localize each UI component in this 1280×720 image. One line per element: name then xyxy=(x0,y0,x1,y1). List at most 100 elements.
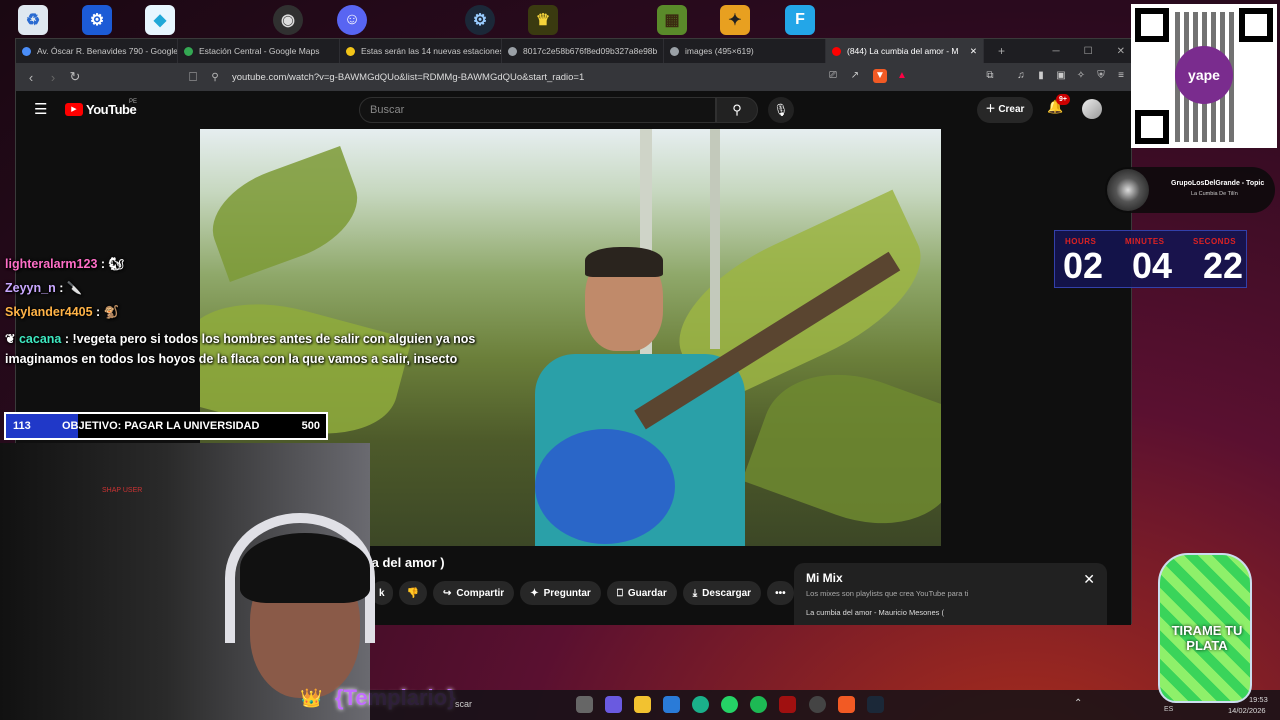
steam-icon[interactable]: ⚙ xyxy=(465,5,495,35)
url-field[interactable]: youtube.com/watch?v=g-BAWMGdQUo&list=RDM… xyxy=(232,72,584,83)
seconds-value: 22 xyxy=(1203,245,1244,286)
foliage xyxy=(742,349,941,546)
steam-taskbar-icon[interactable] xyxy=(867,696,884,713)
close-icon[interactable]: ✕ xyxy=(1083,571,1095,588)
file-explorer-icon[interactable] xyxy=(634,696,651,713)
vpn-icon[interactable]: ⛨ xyxy=(1094,69,1108,83)
yape-logo: yape xyxy=(1175,46,1233,104)
dislike-icon: 👎 xyxy=(406,587,420,599)
forward-icon[interactable]: › xyxy=(42,70,64,85)
youtube-icon xyxy=(832,46,841,56)
app-red-icon[interactable] xyxy=(779,696,796,713)
taskbar-search[interactable]: scar xyxy=(455,699,472,709)
avatar[interactable] xyxy=(1082,99,1102,119)
game-icon[interactable]: ♛ xyxy=(528,5,558,35)
tab-news[interactable]: Estas serán las 14 nuevas estaciones xyxy=(340,39,502,63)
brave-icon[interactable] xyxy=(838,696,855,713)
donation-widget: TIRAME TU PLATA xyxy=(1158,553,1252,703)
bookmark-page-icon[interactable]: ⎕ xyxy=(182,69,204,85)
app-icon[interactable]: ⚙ xyxy=(82,5,112,35)
counter-strike-icon[interactable]: ✦ xyxy=(720,5,750,35)
webcam-feed: SHAP USER 👑 {Templario} xyxy=(0,443,456,720)
minutes-value: 04 xyxy=(1132,245,1173,286)
install-icon[interactable]: ⎚ xyxy=(826,69,840,83)
performer-hair xyxy=(585,247,663,277)
back-icon[interactable]: ‹ xyxy=(20,70,42,85)
sidebar-icon[interactable]: ▮ xyxy=(1034,69,1048,83)
goal-current: 113 xyxy=(13,420,31,432)
emote-icon: 🐒 xyxy=(103,305,120,319)
store-icon[interactable] xyxy=(663,696,680,713)
obs-icon[interactable]: ◉ xyxy=(273,5,303,35)
mix-panel: Mi Mix Los mixes son playlists que crea … xyxy=(794,563,1107,625)
clock-time[interactable]: 19:53 xyxy=(1249,695,1268,704)
search-input[interactable]: Buscar xyxy=(359,97,716,123)
guitar-body xyxy=(535,429,675,544)
tab-images[interactable]: images (495×619) xyxy=(664,39,826,63)
bookmark-icon: ⎕ xyxy=(616,587,623,599)
share-page-icon[interactable]: ↗ xyxy=(848,69,862,83)
dislike-button[interactable]: 👎 xyxy=(398,581,428,605)
desktop: ♻ ⚙ ◆ ◉ ☺ ⚙ ♛ ▦ ✦ F Av. Óscar R. Benavid… xyxy=(0,0,1280,720)
brave-shield-icon[interactable]: ▼ xyxy=(873,69,887,83)
new-tab-icon[interactable]: + xyxy=(998,44,1005,58)
foliage xyxy=(200,146,371,282)
minecraft-icon[interactable]: ▦ xyxy=(657,5,687,35)
obs-taskbar-icon[interactable] xyxy=(809,696,826,713)
reload-icon[interactable]: ↻ xyxy=(64,69,86,85)
ask-button[interactable]: ✦ Preguntar xyxy=(520,581,601,605)
copilot-icon[interactable] xyxy=(605,696,622,713)
search-icon[interactable]: ⚲ xyxy=(716,97,758,123)
download-icon: ⤓ xyxy=(692,587,698,599)
tab-youtube[interactable]: (844) La cumbia del amor - M ✕ xyxy=(826,39,984,63)
share-button[interactable]: ↪ Compartir xyxy=(433,581,515,605)
menu-icon[interactable]: ≡ xyxy=(1114,69,1128,83)
close-icon[interactable]: ✕ xyxy=(1117,46,1125,57)
tab-hash[interactable]: 8017c2e58b676f8ed09b327a8e98b xyxy=(502,39,664,63)
now-playing-artist: GrupoLosDelGrande - Topic xyxy=(1171,180,1265,187)
donation-text: TIRAME TU PLATA xyxy=(1171,623,1243,653)
maximize-icon[interactable]: ☐ xyxy=(1084,46,1093,57)
globe-icon xyxy=(670,46,679,56)
wallet-icon[interactable]: ▣ xyxy=(1054,69,1068,83)
hamburger-icon[interactable]: ☰ xyxy=(34,100,47,118)
now-playing-widget: GrupoLosDelGrande - Topic La Cumbia De T… xyxy=(1105,167,1275,213)
site-info-icon[interactable]: ⚲ xyxy=(204,72,226,83)
brave-rewards-icon[interactable]: ▲ xyxy=(895,69,909,83)
recycle-bin-icon[interactable]: ♻ xyxy=(18,5,48,35)
save-button[interactable]: ⎕ Guardar xyxy=(606,581,677,605)
create-button[interactable]: ＋ Crear xyxy=(977,97,1033,123)
mix-title: Mi Mix xyxy=(806,571,843,585)
task-view-icon[interactable] xyxy=(576,696,593,713)
chat-message: Skylander4405 : 🐒 xyxy=(5,305,120,319)
spotify-icon[interactable] xyxy=(750,696,767,713)
album-art xyxy=(1107,169,1149,211)
mix-item[interactable]: La cumbia del amor - Mauricio Mesones ( xyxy=(806,608,1095,617)
tab-search-icon[interactable]: ⧉ xyxy=(983,69,997,83)
fortnite-icon[interactable]: F xyxy=(785,5,815,35)
chat-message: ❦ cacana : !vegeta pero si todos los hom… xyxy=(5,332,476,366)
clock-date[interactable]: 14/02/2026 xyxy=(1228,706,1266,715)
region-label: PE xyxy=(129,99,138,105)
sparkle-icon: ✦ xyxy=(530,587,539,599)
edge-icon[interactable] xyxy=(692,696,709,713)
youtube-logo-icon[interactable]: ▶ xyxy=(65,103,83,116)
maps-icon xyxy=(22,46,31,56)
chevron-up-icon[interactable]: ⌃ xyxy=(1074,698,1082,709)
discord-icon[interactable]: ☺ xyxy=(337,5,367,35)
ai-icon[interactable]: ✧ xyxy=(1074,69,1088,83)
close-tab-icon[interactable]: ✕ xyxy=(964,46,977,57)
tab-maps-address[interactable]: Av. Óscar R. Benavides 790 - Google xyxy=(16,39,178,63)
emote-icon: 🐿 xyxy=(108,257,125,271)
tab-maps-station[interactable]: Estación Central - Google Maps xyxy=(178,39,340,63)
whatsapp-icon[interactable] xyxy=(721,696,738,713)
goal-label: OBJETIVO: PAGAR LA UNIVERSIDAD xyxy=(62,420,260,432)
mic-icon[interactable]: 🎙 xyxy=(768,97,794,123)
goal-target: 500 xyxy=(301,420,320,432)
minimize-icon[interactable]: ─ xyxy=(1053,46,1060,57)
launcher-icon[interactable]: ◆ xyxy=(145,5,175,35)
media-icon[interactable]: ♫ xyxy=(1014,69,1028,83)
download-button[interactable]: ⤓ Descargar xyxy=(682,581,762,605)
more-button[interactable]: ••• xyxy=(767,581,794,605)
language-label[interactable]: ES xyxy=(1164,706,1173,713)
